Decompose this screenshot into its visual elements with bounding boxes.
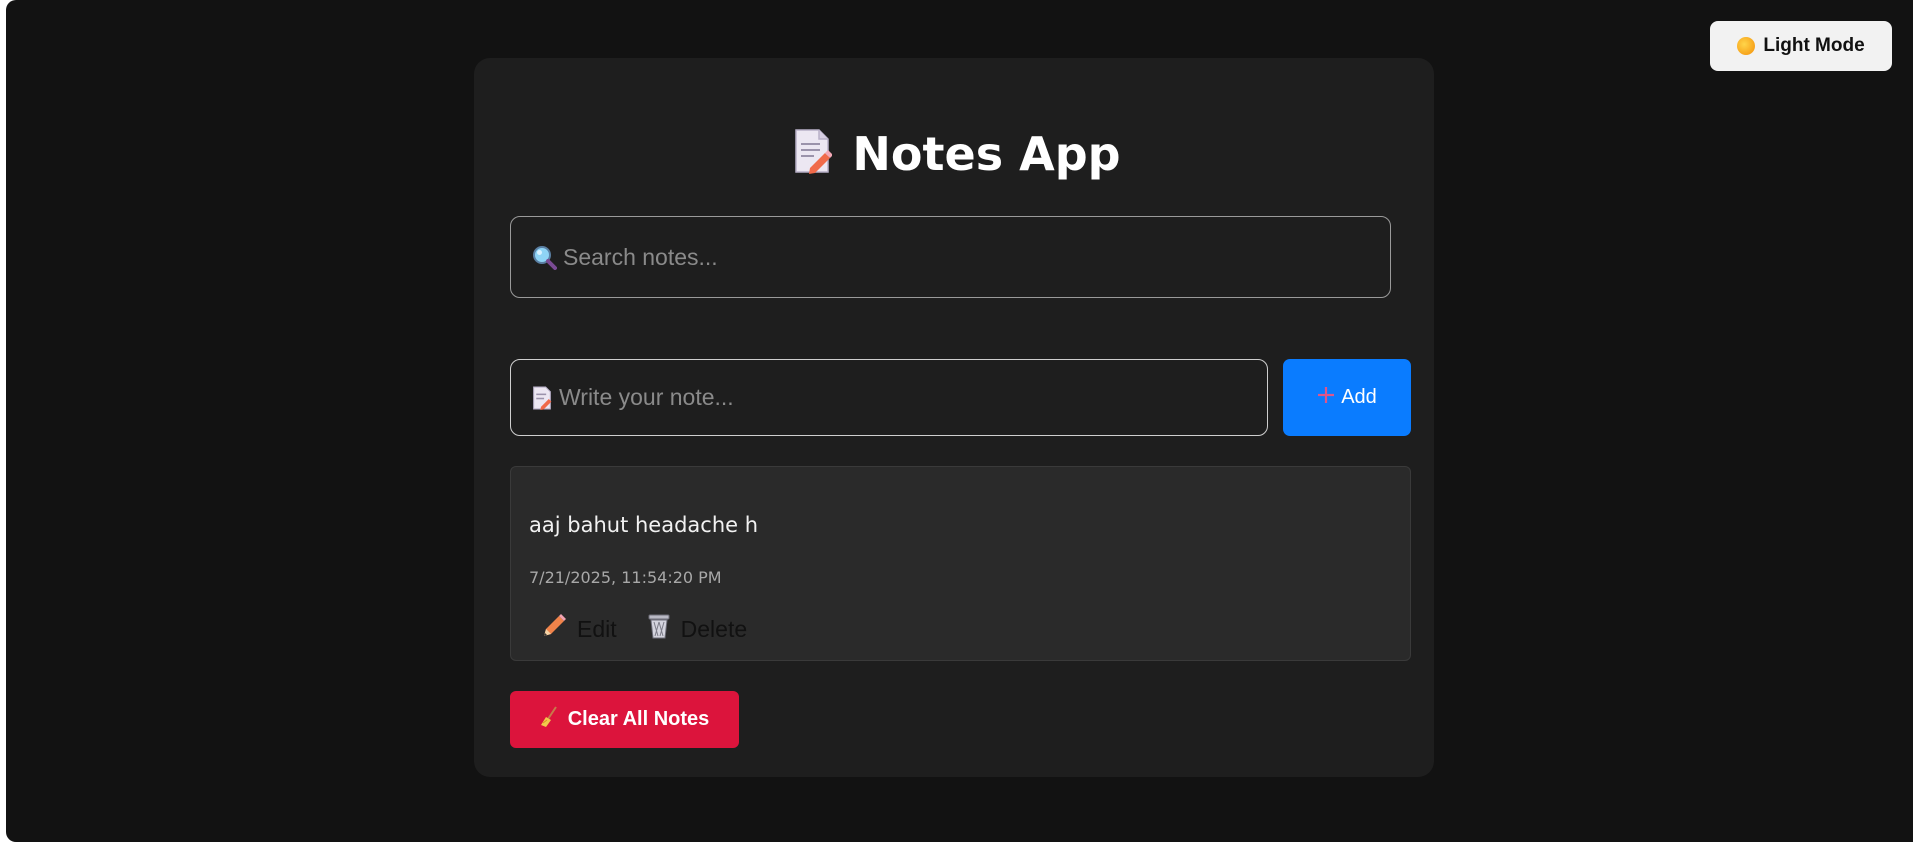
wastebasket-icon <box>647 613 671 645</box>
note-timestamp: 7/21/2025, 11:54:20 PM <box>529 568 722 587</box>
theme-toggle-label: Light Mode <box>1763 35 1865 56</box>
delete-note-label: Delete <box>680 615 748 642</box>
magnifier-icon <box>531 244 557 270</box>
add-note-button[interactable]: Add <box>1283 359 1411 436</box>
note-text: aaj bahut headache h <box>529 513 759 537</box>
add-note-label: Add <box>1341 386 1377 408</box>
sun-icon <box>1737 37 1756 55</box>
edit-note-label: Edit <box>577 615 617 642</box>
search-input[interactable] <box>563 243 1390 271</box>
search-field[interactable] <box>510 216 1391 298</box>
theme-toggle-button[interactable]: Light Mode <box>1710 21 1892 71</box>
page-title: Notes App <box>0 124 1913 188</box>
memo-icon <box>531 386 553 410</box>
note-input[interactable] <box>559 384 1267 411</box>
clear-all-notes-button[interactable]: Clear All Notes <box>510 691 739 748</box>
pencil-icon <box>541 613 567 645</box>
edit-note-button[interactable]: Edit <box>541 613 617 645</box>
page-title-text: Notes App <box>852 127 1121 181</box>
memo-icon <box>792 128 834 188</box>
delete-note-button[interactable]: Delete <box>647 613 747 645</box>
clear-all-notes-label: Clear All Notes <box>567 708 710 730</box>
note-actions: Edit Delete <box>541 613 747 645</box>
note-composer-field[interactable] <box>510 359 1268 436</box>
note-item: aaj bahut headache h 7/21/2025, 11:54:20… <box>510 466 1411 661</box>
broom-icon <box>540 705 558 734</box>
plus-icon <box>1317 386 1335 410</box>
